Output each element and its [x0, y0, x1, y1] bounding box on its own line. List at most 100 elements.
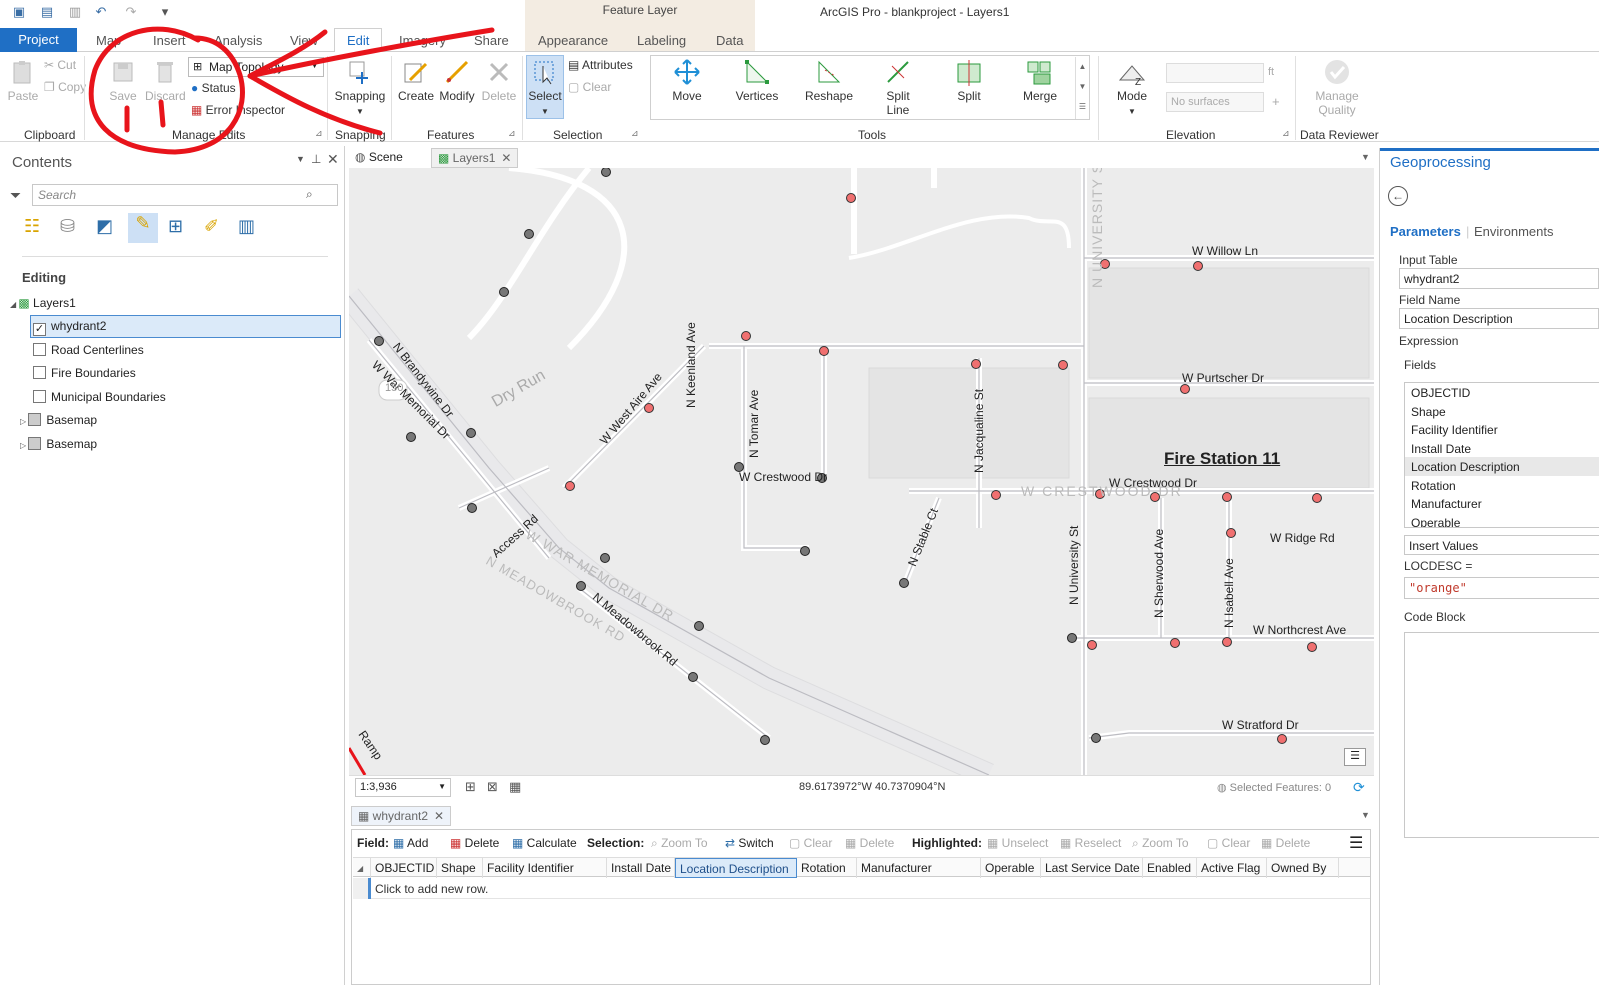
switch-selection-button[interactable]: ⇄ Switch [725, 836, 774, 850]
add-field-button[interactable]: ▦ Add [393, 836, 428, 850]
dialog-launcher-icon[interactable]: ⊿ [315, 128, 323, 139]
insert-values-dropdown[interactable]: Insert Values [1404, 535, 1599, 555]
split-button[interactable]: Split [948, 58, 990, 103]
tab-map[interactable]: Map [96, 33, 121, 48]
add-row-hint[interactable]: Click to add new row. [375, 882, 488, 896]
column-header[interactable]: Owned By [1267, 858, 1339, 878]
clear-highlighted-button[interactable]: ▢ Clear [1207, 836, 1250, 850]
column-header[interactable]: OBJECTID [371, 858, 437, 878]
surface-dropdown[interactable]: No surfaces [1166, 92, 1264, 112]
map-topology-dropdown[interactable]: ⊞ Map Topology ▼ [188, 57, 324, 77]
tree-item-layers1[interactable]: ◢ ▩ Layers1 [10, 296, 76, 310]
contents-search-input[interactable]: Search [32, 184, 338, 206]
data-source-icon[interactable]: ⛁ [60, 216, 86, 242]
column-header[interactable]: Facility Identifier [483, 858, 607, 878]
paste-button[interactable]: Paste [6, 58, 40, 103]
save-edits-button[interactable]: Save [106, 58, 140, 103]
tab-share[interactable]: Share [474, 33, 509, 48]
delete-selection-button[interactable]: ▦ Delete [845, 836, 894, 850]
filter-icon[interactable]: ⏷ [10, 187, 21, 204]
list-item[interactable]: Shape [1405, 402, 1599, 421]
gallery-scroll[interactable]: ▲ ▼ ☰ [1075, 57, 1089, 119]
code-block-input[interactable] [1404, 632, 1599, 838]
reselect-button[interactable]: ▦ Reselect [1060, 836, 1121, 850]
delete-highlighted-button[interactable]: ▦ Delete [1261, 836, 1310, 850]
tab-appearance[interactable]: Appearance [538, 33, 608, 48]
column-header[interactable]: Shape [437, 858, 483, 878]
snapping-button[interactable]: Snapping ▼ [333, 58, 387, 117]
input-table-field[interactable]: whydrant2 [1399, 268, 1599, 289]
zoom-to-highlighted-button[interactable]: ⌕ Zoom To [1132, 836, 1189, 851]
calculate-field-button[interactable]: ▦ Calculate [512, 836, 577, 850]
fields-list[interactable]: OBJECTID Shape Facility Identifier Insta… [1404, 382, 1599, 528]
attributes-button[interactable]: ▤ Attributes [568, 58, 633, 72]
dialog-launcher-icon[interactable]: ⊿ [1282, 128, 1290, 139]
tab-labeling[interactable]: Labeling [637, 33, 686, 48]
tree-item-municipal-boundaries[interactable]: Municipal Boundaries [33, 390, 166, 404]
tree-item-basemap[interactable]: ▷ Basemap [20, 437, 97, 451]
customize-qat-icon[interactable]: ▾ [156, 3, 174, 21]
list-item[interactable]: Rotation [1405, 476, 1599, 495]
list-item[interactable]: Facility Identifier [1405, 420, 1599, 439]
delete-feature-button[interactable]: Delete [481, 58, 517, 103]
column-header[interactable]: Install Date [607, 858, 675, 878]
table-menu-icon[interactable]: ☰ [1349, 833, 1363, 853]
copy-button[interactable]: ❐ Copy [44, 80, 86, 94]
tabs-menu-icon[interactable]: ▼ [1361, 810, 1370, 820]
redo-icon[interactable]: ↷ [122, 3, 140, 21]
expression-input[interactable]: "orange" [1404, 577, 1599, 599]
scale-dropdown[interactable]: 1:3,936 ▼ [355, 778, 451, 797]
elevation-value-input[interactable] [1166, 63, 1264, 83]
back-arrow-icon[interactable]: ← [1388, 186, 1408, 206]
column-header[interactable]: Rotation [797, 858, 857, 878]
tree-item-fire-boundaries[interactable]: Fire Boundaries [33, 366, 136, 380]
checkbox[interactable] [33, 343, 46, 356]
column-header[interactable]: Last Service Date [1041, 858, 1143, 878]
elevation-mode-button[interactable]: Z Mode ▼ [1112, 58, 1152, 117]
tabs-menu-icon[interactable]: ▼ [1361, 152, 1370, 162]
tab-environments[interactable]: Environments [1474, 224, 1553, 239]
drawing-order-icon[interactable]: ☷ [24, 216, 50, 242]
tab-imagery[interactable]: Imagery [399, 33, 446, 48]
checkbox[interactable] [33, 366, 46, 379]
table-row[interactable]: Click to add new row. [353, 878, 1370, 899]
column-header[interactable]: Enabled [1143, 858, 1197, 878]
map-view[interactable]: W Willow Ln W Purtscher Dr Fire Station … [349, 168, 1374, 775]
search-icon[interactable]: ⌕ [306, 187, 313, 202]
editing-view-icon[interactable]: ✎ [128, 213, 158, 243]
list-item-selected[interactable]: Location Description [1405, 457, 1599, 476]
column-header[interactable]: Operable [981, 858, 1041, 878]
unselect-button[interactable]: ▦ Unselect [987, 836, 1048, 850]
snapping-view-icon[interactable]: ⊞ [168, 216, 194, 242]
pin-icon[interactable]: ⊥ [311, 152, 321, 166]
elevation-unit[interactable]: ft [1268, 66, 1274, 78]
delete-field-button[interactable]: ▦ Delete [450, 836, 499, 850]
refresh-icon[interactable]: ⟳ [1353, 779, 1365, 796]
tab-parameters[interactable]: Parameters [1390, 224, 1461, 239]
charts-view-icon[interactable]: ▥ [238, 216, 264, 242]
pane-menu-icon[interactable]: ▼ [296, 154, 305, 164]
tab-insert[interactable]: Insert [153, 33, 186, 48]
discard-edits-button[interactable]: Discard [145, 58, 186, 103]
checkbox-checked[interactable]: ✓ [33, 323, 46, 336]
layer-whydrant2-row[interactable]: ✓ whydrant2 [33, 319, 106, 336]
merge-button[interactable]: Merge [1018, 58, 1062, 103]
labeling-view-icon[interactable]: ✐ [204, 216, 230, 242]
close-icon[interactable]: ✕ [327, 151, 339, 168]
split-line-button[interactable]: Split Line [876, 58, 920, 117]
vertices-button[interactable]: Vertices [734, 58, 780, 103]
column-header[interactable]: Active Flag [1197, 858, 1267, 878]
list-item[interactable]: Manufacturer [1405, 494, 1599, 513]
move-button[interactable]: Move [666, 58, 708, 103]
column-header[interactable]: Manufacturer [857, 858, 981, 878]
selection-view-icon[interactable]: ◩ [96, 216, 122, 242]
manage-quality-button[interactable]: Manage Quality [1310, 58, 1364, 117]
tab-edit[interactable]: Edit [334, 28, 383, 53]
map-notes-icon[interactable]: ☰ [1344, 748, 1366, 766]
close-icon[interactable]: ✕ [501, 151, 511, 165]
clear-selection-button[interactable]: ▢ Clear [568, 80, 611, 94]
tab-project[interactable]: Project [0, 28, 77, 52]
app-icon[interactable]: ▣ [10, 3, 28, 21]
close-icon[interactable]: ✕ [434, 809, 444, 823]
open-icon[interactable]: ▤ [38, 3, 56, 21]
